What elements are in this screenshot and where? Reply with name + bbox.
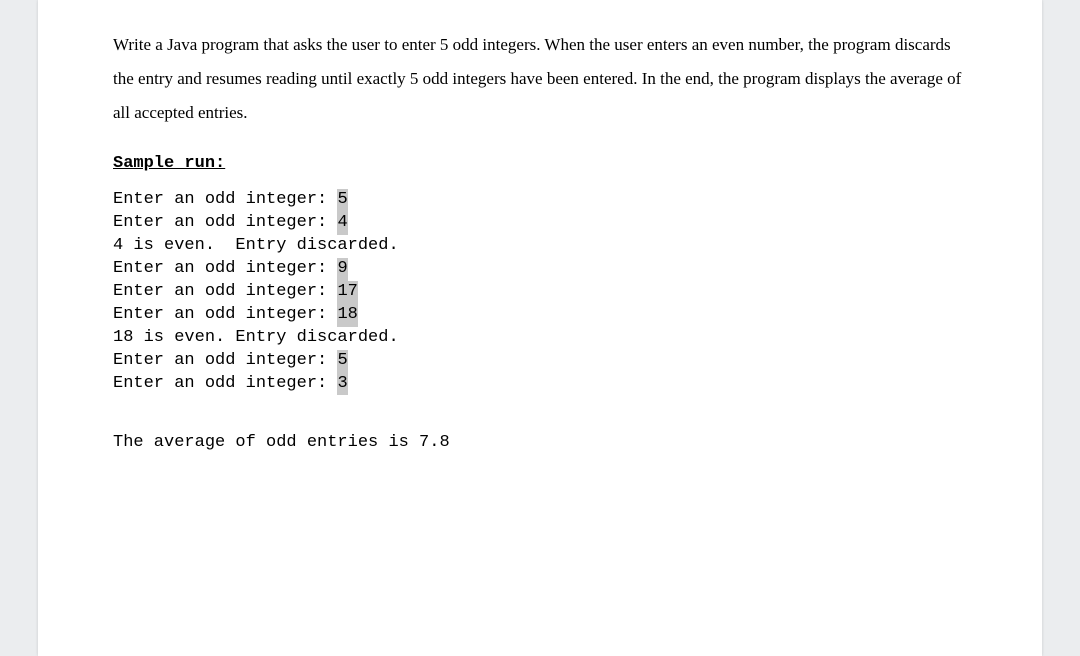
console-line: Enter an odd integer: 5 — [113, 350, 967, 373]
result-line: The average of odd entries is 7.8 — [113, 433, 967, 452]
console-line: Enter an odd integer: 5 — [113, 189, 967, 212]
console-line: Enter an odd integer: 18 — [113, 304, 967, 327]
prompt-text: Enter an odd integer: — [113, 213, 337, 232]
prompt-text: Enter an odd integer: — [113, 351, 337, 370]
prompt-text: Enter an odd integer: — [113, 259, 337, 278]
console-message: 4 is even. Entry discarded. — [113, 235, 967, 258]
console-line: Enter an odd integer: 17 — [113, 281, 967, 304]
user-input: 4 — [337, 212, 347, 235]
sample-run-heading: Sample run: — [113, 154, 967, 173]
console-output: Enter an odd integer: 5Enter an odd inte… — [113, 189, 967, 395]
user-input: 5 — [337, 189, 347, 212]
prompt-text: Enter an odd integer: — [113, 374, 337, 393]
user-input: 17 — [337, 281, 357, 304]
prompt-text: Enter an odd integer: — [113, 190, 337, 209]
prompt-text: Enter an odd integer: — [113, 305, 337, 324]
user-input: 3 — [337, 373, 347, 396]
document-page: Write a Java program that asks the user … — [38, 0, 1042, 656]
user-input: 9 — [337, 258, 347, 281]
console-message: 18 is even. Entry discarded. — [113, 327, 967, 350]
problem-statement: Write a Java program that asks the user … — [113, 28, 967, 130]
user-input: 5 — [337, 350, 347, 373]
console-line: Enter an odd integer: 9 — [113, 258, 967, 281]
user-input: 18 — [337, 304, 357, 327]
console-line: Enter an odd integer: 3 — [113, 373, 967, 396]
console-line: Enter an odd integer: 4 — [113, 212, 967, 235]
prompt-text: Enter an odd integer: — [113, 282, 337, 301]
